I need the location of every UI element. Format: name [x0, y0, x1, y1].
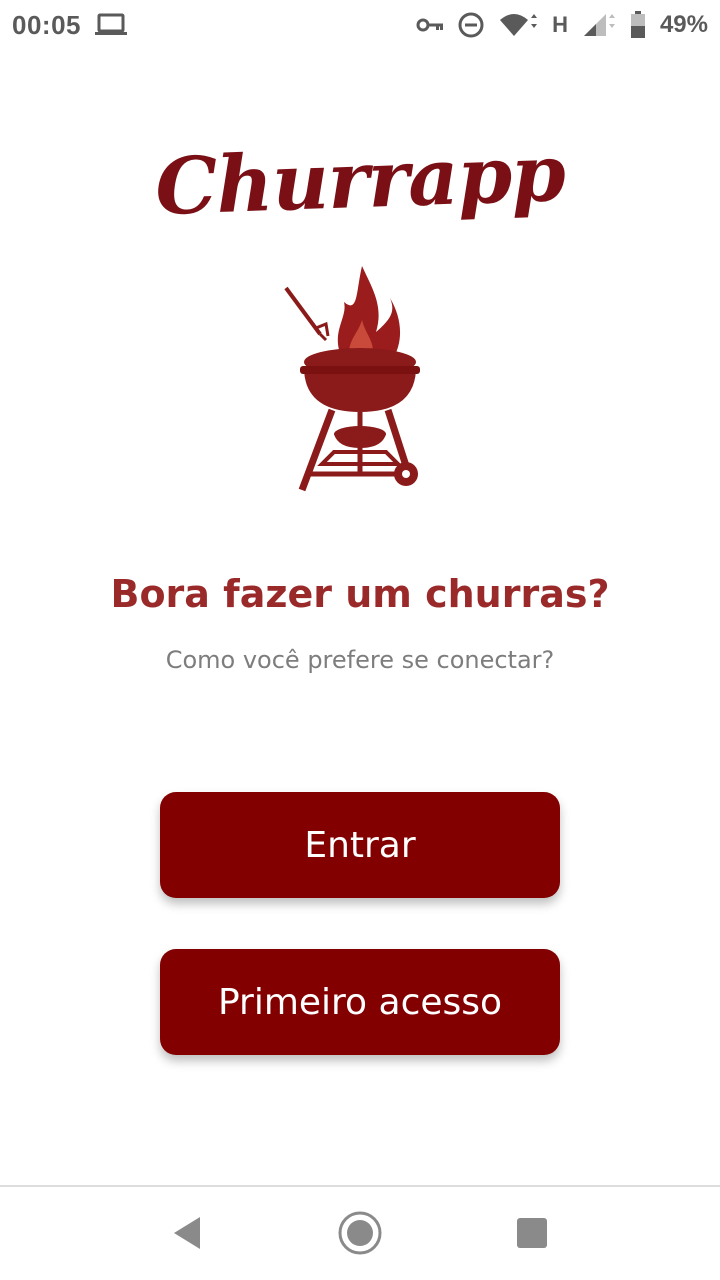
- app-logo-text: Churrapp: [153, 127, 567, 234]
- navigation-bar: [0, 1187, 720, 1280]
- screen: 00:05 H 49% Churrapp Bora fazer um churr…: [0, 0, 720, 1280]
- grill-icon: [272, 262, 432, 494]
- battery-percent: 49%: [659, 11, 708, 38]
- status-bar: 00:05 H 49%: [0, 0, 720, 50]
- subheadline: Como você prefere se conectar?: [165, 646, 555, 674]
- back-icon[interactable]: [160, 1207, 212, 1259]
- network-type: H: [552, 12, 568, 37]
- signal-icon: [582, 12, 616, 38]
- status-time: 00:05: [12, 9, 81, 40]
- do-not-disturb-icon: [458, 12, 484, 38]
- wifi-icon: [498, 12, 538, 38]
- headline: Bora fazer um churras?: [110, 572, 610, 616]
- battery-icon: [630, 11, 646, 39]
- laptop-icon: [95, 13, 127, 37]
- home-icon[interactable]: [334, 1207, 386, 1259]
- login-button[interactable]: Entrar: [160, 792, 560, 898]
- key-icon: [416, 17, 444, 33]
- recents-icon[interactable]: [506, 1207, 558, 1259]
- first-access-button[interactable]: Primeiro acesso: [160, 949, 560, 1055]
